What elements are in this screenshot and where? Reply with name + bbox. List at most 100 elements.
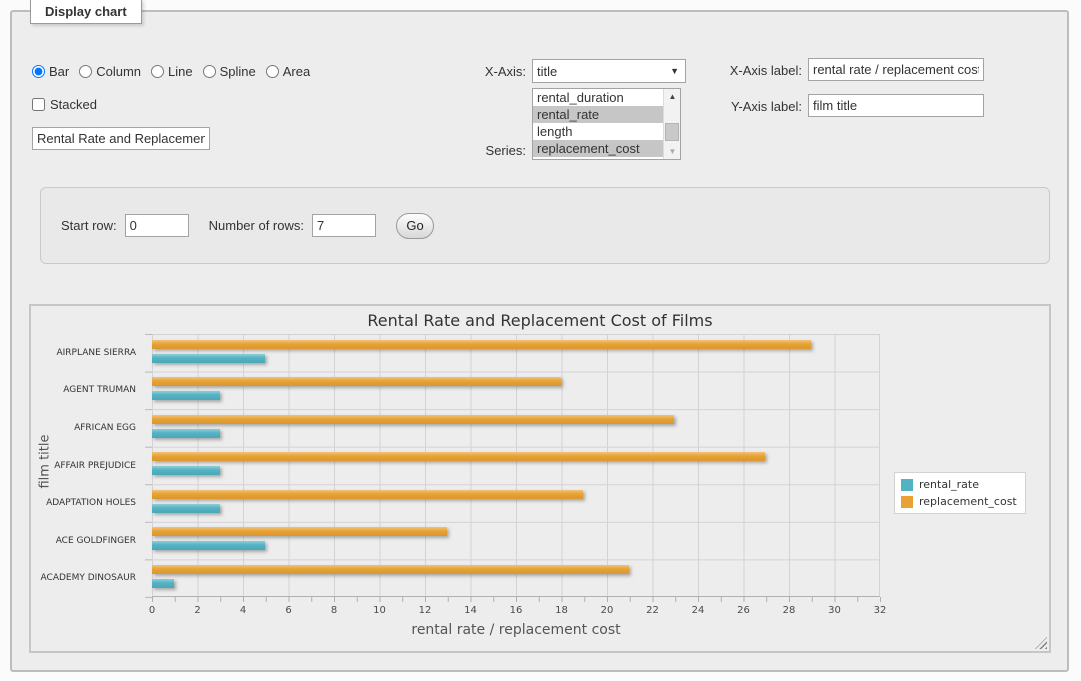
bar-replacement_cost <box>152 340 811 349</box>
start-row-label: Start row: <box>61 218 117 233</box>
x-tick-label: 32 <box>874 605 887 616</box>
bar-rental_rate <box>152 466 220 475</box>
plot-area <box>152 334 880 597</box>
go-button[interactable]: Go <box>396 213 434 239</box>
x-tick-label: 28 <box>783 605 796 616</box>
category-band <box>152 409 879 446</box>
chart-type-radio-spline[interactable] <box>203 65 216 78</box>
scroll-down-icon[interactable]: ▼ <box>664 144 681 159</box>
bar-replacement_cost <box>152 452 765 461</box>
category-band <box>152 334 879 371</box>
x-axis-tick-marks <box>152 597 881 602</box>
chart-type-label: Bar <box>49 64 69 79</box>
x-tick-label: 30 <box>828 605 841 616</box>
x-tick-label: 0 <box>149 605 155 616</box>
category-label: ACE GOLDFINGER <box>31 522 145 560</box>
series-option-rental_duration[interactable]: rental_duration <box>533 89 663 106</box>
num-rows-input[interactable] <box>312 214 376 237</box>
y-axis-label-input[interactable] <box>808 94 984 117</box>
legend-label: replacement_cost <box>919 495 1017 508</box>
chart-title-input[interactable] <box>32 127 210 150</box>
bar-rental_rate <box>152 541 265 550</box>
bar-rental_rate <box>152 429 220 438</box>
scrollbar-thumb[interactable] <box>665 123 679 141</box>
x-tick-label: 4 <box>240 605 246 616</box>
category-label: AFFAIR PREJUDICE <box>31 447 145 485</box>
y-axis-tick-marks <box>145 334 152 598</box>
x-tick-label: 6 <box>285 605 291 616</box>
bar-replacement_cost <box>152 565 629 574</box>
chart-type-label: Column <box>96 64 141 79</box>
chart-type-radio-column[interactable] <box>79 65 92 78</box>
category-band <box>152 521 879 558</box>
fieldset-legend-title: Display chart <box>30 0 142 24</box>
resize-grip-icon[interactable] <box>1035 637 1047 649</box>
category-label: ACADEMY DINOSAUR <box>31 559 145 597</box>
legend-label: rental_rate <box>919 478 979 491</box>
y-axis-category-labels: AIRPLANE SIERRAAGENT TRUMANAFRICAN EGGAF… <box>31 334 145 597</box>
chart-type-option-bar[interactable]: Bar <box>32 64 69 79</box>
series-options: rental_durationrental_ratelengthreplacem… <box>533 89 663 159</box>
x-tick-label: 12 <box>419 605 432 616</box>
start-row-input[interactable] <box>125 214 189 237</box>
bar-replacement_cost <box>152 415 674 424</box>
bar-replacement_cost <box>152 527 447 536</box>
legend-swatch <box>901 479 913 491</box>
chart-type-radio-bar[interactable] <box>32 65 45 78</box>
legend-item-replacement_cost[interactable]: replacement_cost <box>901 495 1017 508</box>
x-axis-select-label: X-Axis: <box>440 64 526 79</box>
category-band <box>152 484 879 521</box>
chart-type-label: Area <box>283 64 310 79</box>
row-range-panel: Start row: Number of rows: Go <box>40 187 1050 264</box>
category-band <box>152 559 879 596</box>
bar-replacement_cost <box>152 490 583 499</box>
chart-type-option-area[interactable]: Area <box>266 64 310 79</box>
series-option-length[interactable]: length <box>533 123 663 140</box>
chart-type-option-line[interactable]: Line <box>151 64 193 79</box>
x-axis-selected-value: title <box>537 64 670 79</box>
x-tick-label: 26 <box>737 605 750 616</box>
category-label: AIRPLANE SIERRA <box>31 334 145 372</box>
listbox-scrollbar[interactable]: ▲ ▼ <box>663 89 680 159</box>
bar-rental_rate <box>152 504 220 513</box>
chart-type-radio-line[interactable] <box>151 65 164 78</box>
chart-type-option-column[interactable]: Column <box>79 64 141 79</box>
x-tick-label: 22 <box>646 605 659 616</box>
series-option-replacement_cost[interactable]: replacement_cost <box>533 140 663 157</box>
x-tick-label: 8 <box>331 605 337 616</box>
x-tick-label: 16 <box>510 605 523 616</box>
category-label: AFRICAN EGG <box>31 409 145 447</box>
stacked-option[interactable]: Stacked <box>32 97 97 112</box>
legend-item-rental_rate[interactable]: rental_rate <box>901 478 1017 491</box>
category-label: ADAPTATION HOLES <box>31 484 145 522</box>
chart-container: Rental Rate and Replacement Cost of Film… <box>29 304 1051 653</box>
chevron-down-icon: ▼ <box>670 66 681 76</box>
category-band <box>152 446 879 483</box>
x-axis-title: rental rate / replacement cost <box>152 622 880 638</box>
x-axis-label-label: X-Axis label: <box>716 63 802 78</box>
scroll-up-icon[interactable]: ▲ <box>664 89 681 104</box>
bar-series-area <box>152 334 879 596</box>
stacked-checkbox[interactable] <box>32 98 45 111</box>
bar-rental_rate <box>152 354 265 363</box>
chart-type-label: Line <box>168 64 193 79</box>
x-tick-label: 2 <box>194 605 200 616</box>
x-axis-label-input[interactable] <box>808 58 984 81</box>
bar-rental_rate <box>152 391 220 400</box>
series-listbox[interactable]: rental_durationrental_ratelengthreplacem… <box>532 88 681 160</box>
x-tick-label: 24 <box>692 605 705 616</box>
x-tick-label: 18 <box>555 605 568 616</box>
series-option-rental_rate[interactable]: rental_rate <box>533 106 663 123</box>
x-axis-select[interactable]: title ▼ <box>532 59 686 83</box>
bar-replacement_cost <box>152 377 561 386</box>
chart-type-radio-area[interactable] <box>266 65 279 78</box>
chart-title: Rental Rate and Replacement Cost of Film… <box>31 311 1049 330</box>
legend-swatch <box>901 496 913 508</box>
x-tick-label: 14 <box>464 605 477 616</box>
y-axis-label-label: Y-Axis label: <box>716 99 802 114</box>
stacked-label: Stacked <box>50 97 97 112</box>
chart-type-option-spline[interactable]: Spline <box>203 64 256 79</box>
category-label: AGENT TRUMAN <box>31 372 145 410</box>
chart-legend: rental_rate replacement_cost <box>894 472 1026 514</box>
series-listbox-label: Series: <box>440 143 526 158</box>
